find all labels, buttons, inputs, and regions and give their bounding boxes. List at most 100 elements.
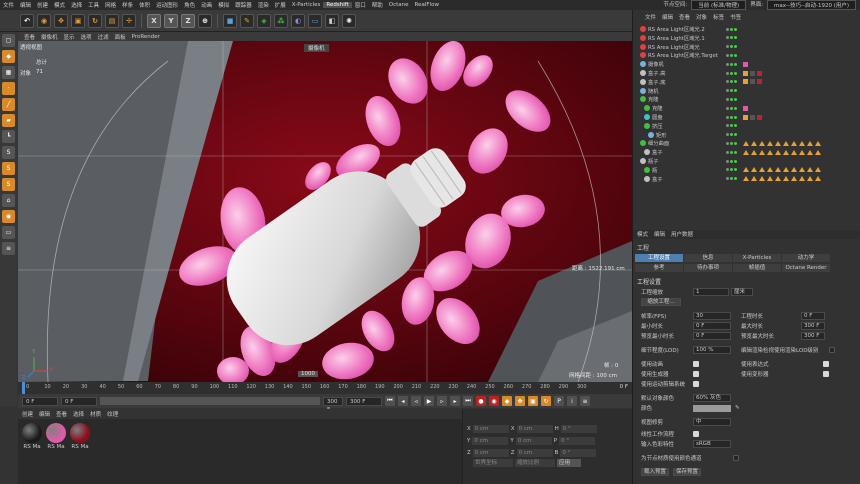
object-menu-item[interactable]: 编辑 <box>662 13 673 22</box>
visibility-dot[interactable] <box>730 89 733 93</box>
viewport-menu-item[interactable]: 选项 <box>81 33 92 41</box>
snap-icon[interactable]: S <box>2 146 15 159</box>
preview-end-field[interactable]: 300 F <box>346 396 382 406</box>
viewport-solo-icon[interactable]: ▭ <box>2 226 15 239</box>
object-row[interactable]: 圆盘 <box>633 113 853 121</box>
playhead[interactable] <box>22 382 25 394</box>
visibility-dot[interactable] <box>726 106 729 110</box>
object-flags[interactable] <box>726 106 737 110</box>
visibility-dot[interactable] <box>730 53 733 57</box>
visibility-dot[interactable] <box>726 80 729 84</box>
axis-mode-icon[interactable]: ┗ <box>2 130 15 143</box>
object-row[interactable]: RS Area Light区域光 <box>633 43 853 51</box>
coord-field[interactable]: 0 cm <box>472 437 509 445</box>
visibility-dot[interactable] <box>734 27 737 31</box>
visibility-dot[interactable] <box>726 115 729 119</box>
record-icon[interactable]: ● <box>476 396 486 406</box>
object-flags[interactable] <box>726 115 737 119</box>
lock-workplane-icon[interactable]: ⌂ <box>2 194 15 207</box>
object-row[interactable]: 盒子 <box>633 148 853 156</box>
menu-item[interactable]: X-Particles <box>289 2 324 8</box>
attr-tab[interactable]: 帧插值 <box>733 264 781 272</box>
viewport-menu-item[interactable]: 显示 <box>64 33 75 41</box>
visibility-dot[interactable] <box>734 106 737 110</box>
live-select-icon[interactable]: ◉ <box>37 13 51 28</box>
menu-item[interactable]: 角色 <box>181 1 198 9</box>
coord-field[interactable]: 0 cm <box>472 449 509 457</box>
layer-icon[interactable]: ≡ <box>2 242 15 255</box>
coord-field[interactable]: 0 cm <box>472 425 509 433</box>
visibility-dot[interactable] <box>726 36 729 40</box>
visibility-dot[interactable] <box>726 141 729 145</box>
next-key-icon[interactable]: ▸ <box>450 396 460 406</box>
coord-field[interactable]: 0 cm <box>516 449 553 457</box>
coord-mode-select[interactable]: 世界坐标 <box>473 459 513 467</box>
menu-item[interactable]: Redshift <box>323 2 352 8</box>
load-preset-button[interactable]: 载入预置 <box>641 468 669 476</box>
scale-field[interactable]: 1 <box>693 288 729 296</box>
object-flags[interactable] <box>726 177 737 181</box>
pen-icon[interactable]: ✎ <box>240 13 254 28</box>
linear-checkbox[interactable] <box>693 431 699 437</box>
viewport-menu-item[interactable]: 摄像机 <box>41 33 58 41</box>
range-slider[interactable] <box>100 397 320 405</box>
model-mode-icon[interactable]: ◆ <box>2 50 15 63</box>
coordinate-system-icon[interactable]: ⊕ <box>198 13 212 28</box>
viewport[interactable]: 透视视图 摄像机 总计 对象 71 距离 : 1522.191 cm 1000 … <box>18 41 632 382</box>
material-menu-item[interactable]: 编辑 <box>39 410 50 418</box>
y-axis-lock-icon[interactable]: Y <box>164 13 178 28</box>
object-flags[interactable] <box>726 168 737 172</box>
make-editable-icon[interactable]: ▢ <box>2 34 15 47</box>
material-swatch[interactable]: RS Ma <box>70 423 90 450</box>
coord-field[interactable]: 0 ° <box>559 437 596 445</box>
layout-select[interactable]: max--技巧--启动-1920 (用户) <box>767 0 856 10</box>
visibility-dot[interactable] <box>734 97 737 101</box>
visibility-dot[interactable] <box>726 133 729 137</box>
object-menu-item[interactable]: 标签 <box>713 13 724 22</box>
end-frame-field[interactable]: 300 F <box>323 396 343 413</box>
material-menu-item[interactable]: 材质 <box>90 410 101 418</box>
material-swatch[interactable]: RS Ma <box>22 423 42 450</box>
visibility-dot[interactable] <box>726 27 729 31</box>
workplane-icon[interactable]: S <box>2 178 15 191</box>
menu-item[interactable]: 样条 <box>119 1 136 9</box>
menu-item[interactable]: 文件 <box>0 1 17 9</box>
pla-key-icon[interactable]: ⁞ <box>567 396 577 406</box>
attr-tab[interactable]: X-Particles <box>733 254 781 262</box>
visibility-dot[interactable] <box>734 36 737 40</box>
play-icon[interactable]: ▶ <box>424 396 434 406</box>
attr-tab[interactable]: 待办事项 <box>684 264 732 272</box>
visibility-dot[interactable] <box>726 71 729 75</box>
menu-item[interactable]: 运动图形 <box>153 1 181 9</box>
visibility-dot[interactable] <box>730 141 733 145</box>
rotate-icon[interactable]: ↻ <box>88 13 102 28</box>
cloner-icon[interactable]: ⁂ <box>274 13 288 28</box>
object-flags[interactable] <box>726 133 737 137</box>
attr-tab[interactable]: 信息 <box>684 254 732 262</box>
visibility-dot[interactable] <box>734 150 737 154</box>
keyframe-selection-icon[interactable]: ◆ <box>502 396 512 406</box>
object-row[interactable]: 随机 <box>633 87 853 95</box>
menu-item[interactable]: 扩展 <box>272 1 289 9</box>
object-row[interactable]: 矩形 <box>633 131 853 139</box>
object-flags[interactable] <box>726 27 737 31</box>
visibility-dot[interactable] <box>730 71 733 75</box>
auto-key-icon[interactable]: ◉ <box>489 396 499 406</box>
move-icon[interactable]: ✥ <box>54 13 68 28</box>
material-swatch[interactable]: RS Ma <box>46 423 66 450</box>
visibility-dot[interactable] <box>730 168 733 172</box>
visibility-dot[interactable] <box>730 97 733 101</box>
use-anim-checkbox[interactable] <box>693 361 699 367</box>
solo-icon[interactable]: ◉ <box>2 210 15 223</box>
object-row[interactable]: RS Area Light区域光.2 <box>633 25 853 33</box>
attr-menu-item[interactable]: 模式 <box>637 230 648 239</box>
cube-icon[interactable]: ■ <box>223 13 237 28</box>
lod-render-checkbox[interactable] <box>829 347 835 353</box>
object-row[interactable]: RS Area Light区域光.Target <box>633 51 853 59</box>
attr-menu-item[interactable]: 用户数据 <box>671 230 693 239</box>
object-menu-item[interactable]: 文件 <box>645 13 656 22</box>
viewport-menu-item[interactable]: 面板 <box>115 33 126 41</box>
visibility-dot[interactable] <box>726 168 729 172</box>
visibility-dot[interactable] <box>734 80 737 84</box>
use-expr-checkbox[interactable] <box>823 361 829 367</box>
